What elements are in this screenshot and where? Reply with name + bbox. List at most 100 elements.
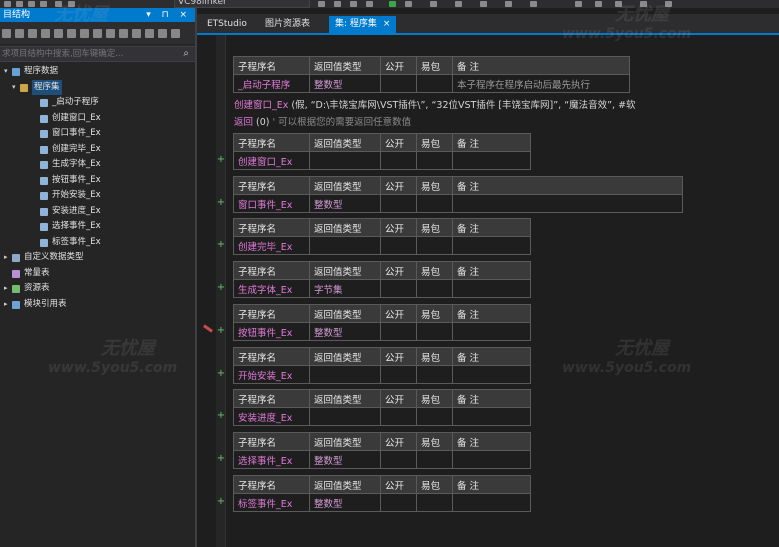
search-icon[interactable]: ⌕ <box>183 48 189 59</box>
tree-item[interactable]: 标签事件_Ex <box>0 235 195 251</box>
toolbar-icon[interactable] <box>55 1 62 7</box>
chevron-right-icon[interactable]: ▸ <box>4 297 8 313</box>
tree-item[interactable]: 创建完毕_Ex <box>0 142 195 158</box>
toolbar-icon[interactable] <box>455 1 462 7</box>
sub-name[interactable]: 标签事件_Ex <box>233 493 310 512</box>
sub-return-type[interactable] <box>309 151 381 170</box>
toolbar-icon[interactable] <box>480 1 487 7</box>
panel-tool-icon[interactable] <box>93 28 102 38</box>
sub-note[interactable] <box>452 493 531 512</box>
chevron-down-icon[interactable]: ▾ <box>4 64 8 80</box>
sub-name[interactable]: 开始安装_Ex <box>233 365 310 384</box>
tree-item[interactable]: 选择事件_Ex <box>0 219 195 235</box>
tab-etstudio[interactable]: ETStudio <box>201 16 253 33</box>
panel-tool-icon[interactable] <box>132 28 141 38</box>
toolbar-icon[interactable] <box>334 1 341 7</box>
expand-icon[interactable]: + <box>216 282 226 293</box>
sub-public[interactable] <box>380 151 417 170</box>
sub-return-type[interactable]: 整数型 <box>309 493 381 512</box>
tree-item[interactable]: ▾ 程序数据 <box>0 64 195 80</box>
tree-item[interactable]: ▸ 模块引用表 <box>0 297 195 313</box>
run-icon[interactable] <box>389 1 396 7</box>
sub-note[interactable] <box>452 322 531 341</box>
sub-name[interactable]: 生成字体_Ex <box>233 279 310 298</box>
tab-image-resources[interactable]: 图片资源表 <box>259 16 316 33</box>
sub-note[interactable] <box>452 450 531 469</box>
sub-package[interactable] <box>416 365 453 384</box>
tree-item[interactable]: 窗口事件_Ex <box>0 126 195 142</box>
toolbar-icon[interactable] <box>505 1 512 7</box>
panel-tool-icon[interactable] <box>15 28 24 38</box>
toolbar-icon[interactable] <box>575 1 582 7</box>
panel-tool-icon[interactable] <box>54 28 63 38</box>
sub-package[interactable] <box>416 194 453 213</box>
sub-package[interactable] <box>416 74 453 93</box>
tab-program-set[interactable]: 集: 程序集 × <box>329 16 397 33</box>
toolbar-icon[interactable] <box>640 1 647 7</box>
sub-note[interactable] <box>452 365 531 384</box>
sub-name[interactable]: 窗口事件_Ex <box>233 194 310 213</box>
tree-item[interactable]: 常量表 <box>0 266 195 282</box>
code-line-return[interactable]: 返回 (0) ' 可以根据您的需要返回任意数值 <box>234 114 411 128</box>
sub-public[interactable] <box>380 322 417 341</box>
sub-public[interactable] <box>380 365 417 384</box>
sub-public[interactable] <box>380 194 417 213</box>
sub-name[interactable]: 创建完毕_Ex <box>233 236 310 255</box>
gear-icon[interactable] <box>665 1 672 7</box>
tree-item[interactable]: 创建窗口_Ex <box>0 111 195 127</box>
code-line-call[interactable]: 创建窗口_Ex (假, “D:\丰饶宝库网\VST插件\”, “32位VST插件… <box>234 97 636 111</box>
sub-public[interactable] <box>380 450 417 469</box>
tree-item[interactable]: 按钮事件_Ex <box>0 173 195 189</box>
toolbar-icon[interactable] <box>595 1 602 7</box>
sub-public[interactable] <box>380 74 417 93</box>
sub-package[interactable] <box>416 493 453 512</box>
panel-tool-icon[interactable] <box>106 28 115 38</box>
panel-window-controls[interactable]: ▾ ⊓ × <box>146 8 191 22</box>
expand-icon[interactable]: + <box>216 154 226 165</box>
close-icon[interactable]: × <box>383 19 391 29</box>
panel-tool-icon[interactable] <box>28 28 37 38</box>
sub-public[interactable] <box>380 493 417 512</box>
sub-note[interactable] <box>452 236 531 255</box>
toolbar-icon[interactable] <box>366 1 373 7</box>
sub-note[interactable] <box>452 151 531 170</box>
sub-note[interactable] <box>452 407 531 426</box>
sub-public[interactable] <box>380 407 417 426</box>
sub-return-type[interactable]: 字节集 <box>309 279 381 298</box>
sub-package[interactable] <box>416 279 453 298</box>
sub-package[interactable] <box>416 322 453 341</box>
panel-tool-icon[interactable] <box>171 28 180 38</box>
target-combo[interactable]: VC98linker <box>174 0 310 8</box>
sub-name[interactable]: 创建窗口_Ex <box>233 151 310 170</box>
expand-icon[interactable]: + <box>216 410 226 421</box>
tree-item[interactable]: 开始安装_Ex <box>0 188 195 204</box>
sub-package[interactable] <box>416 407 453 426</box>
code-editor[interactable]: 子程序名 返回值类型 公开 易包 备 注 _启动子程序 整数型 本子程序在程序启… <box>197 35 779 547</box>
sub-public[interactable] <box>380 279 417 298</box>
tree-item[interactable]: ▸ 自定义数据类型 <box>0 250 195 266</box>
panel-tool-icon[interactable] <box>80 28 89 38</box>
tree-item[interactable]: 生成字体_Ex <box>0 157 195 173</box>
sub-note[interactable]: 本子程序在程序启动后最先执行 <box>452 74 630 93</box>
chevron-right-icon[interactable]: ▸ <box>4 281 8 297</box>
toolbar-icon[interactable] <box>68 1 75 7</box>
sub-name[interactable]: 安装进度_Ex <box>233 407 310 426</box>
structure-search-input[interactable] <box>0 47 176 61</box>
expand-icon[interactable]: + <box>216 453 226 464</box>
expand-icon[interactable]: + <box>216 368 226 379</box>
toolbar-icon[interactable] <box>615 1 622 7</box>
expand-icon[interactable]: + <box>216 325 226 336</box>
sub-return-type[interactable]: 整数型 <box>309 194 381 213</box>
sub-package[interactable] <box>416 450 453 469</box>
panel-tool-icon[interactable] <box>145 28 154 38</box>
panel-tool-icon[interactable] <box>67 28 76 38</box>
toolbar-icon[interactable] <box>16 1 23 7</box>
expand-icon[interactable]: + <box>216 239 226 250</box>
sub-return-type[interactable]: 整数型 <box>309 450 381 469</box>
panel-tool-icon[interactable] <box>2 28 11 38</box>
toolbar-icon[interactable] <box>350 1 357 7</box>
sub-return-type[interactable] <box>309 236 381 255</box>
sub-name[interactable]: 选择事件_Ex <box>233 450 310 469</box>
sub-return-type[interactable] <box>309 365 381 384</box>
panel-splitter[interactable] <box>196 8 197 547</box>
